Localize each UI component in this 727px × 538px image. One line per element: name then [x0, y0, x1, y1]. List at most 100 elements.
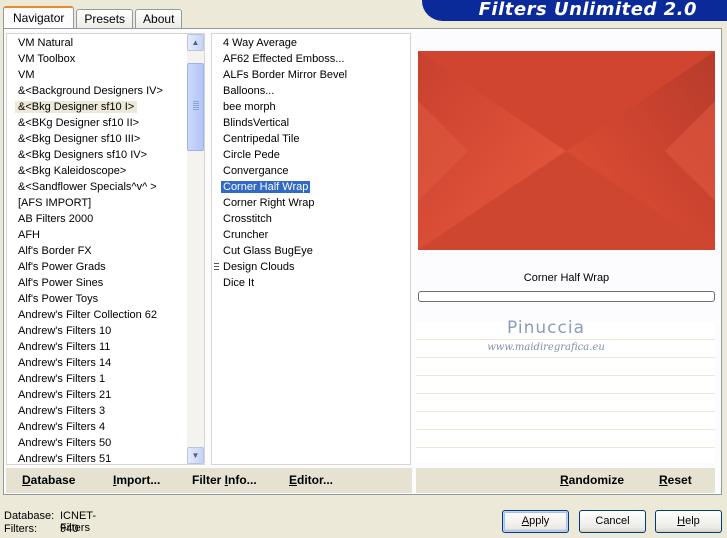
preview-filter-name: Corner Half Wrap: [523, 272, 610, 284]
filter-item[interactable]: AF62 Effected Emboss...: [212, 51, 402, 67]
filter-item[interactable]: 4 Way Average: [212, 35, 402, 51]
category-label: Andrew's Filters 11: [18, 341, 111, 353]
category-item[interactable]: Andrew's Filters 10: [7, 323, 187, 339]
filter-label: Circle Pede: [223, 149, 280, 161]
category-item[interactable]: &<Sandflower Specials^v^ >: [7, 179, 187, 195]
apply-button[interactable]: Apply: [502, 510, 569, 533]
category-item[interactable]: Andrew's Filters 3: [7, 403, 187, 419]
filter-item[interactable]: Convergance: [212, 163, 402, 179]
filter-label: 4 Way Average: [223, 37, 297, 49]
filter-item[interactable]: Balloons...: [212, 83, 402, 99]
category-label: Andrew's Filters 1: [18, 373, 106, 385]
category-item[interactable]: Andrew's Filters 4: [7, 419, 187, 435]
category-item[interactable]: AFH: [7, 227, 187, 243]
filter-item[interactable]: Corner Right Wrap: [212, 195, 402, 211]
status-filters: Filters: 940: [4, 523, 78, 535]
filter-label: Design Clouds: [223, 261, 295, 273]
category-item[interactable]: &<Background Designers IV>: [7, 83, 187, 99]
category-label: [AFS IMPORT]: [18, 197, 92, 209]
category-item[interactable]: &<Bkg Designer sf10 I>: [7, 99, 187, 115]
category-item[interactable]: VM Natural: [7, 35, 187, 51]
tab-about[interactable]: About: [135, 9, 183, 28]
category-label: Andrew's Filters 14: [18, 357, 112, 369]
filter-item[interactable]: Design Clouds: [212, 259, 402, 275]
scroll-down-button[interactable]: ▼: [187, 447, 204, 464]
category-item[interactable]: Andrew's Filters 11: [7, 339, 187, 355]
filter-label: AF62 Effected Emboss...: [223, 53, 345, 65]
filter-item[interactable]: ALFs Border Mirror Bevel: [212, 67, 402, 83]
category-item[interactable]: Alf's Power Sines: [7, 275, 187, 291]
tab-strip: Navigator Presets About: [3, 6, 184, 28]
watermark-name: Pinuccia: [507, 318, 585, 338]
tab-navigator[interactable]: Navigator: [3, 6, 75, 28]
filter-item[interactable]: Cut Glass BugEye: [212, 243, 402, 259]
reset-link[interactable]: Reset: [659, 468, 692, 493]
category-item[interactable]: Andrew's Filters 1: [7, 371, 187, 387]
import-link[interactable]: Import...: [113, 468, 160, 493]
category-item[interactable]: Andrew's Filters 51: [7, 451, 187, 464]
category-item[interactable]: VM: [7, 67, 187, 83]
filter-list[interactable]: 4 Way Average AF62 Effected Emboss... ALFs…: [211, 33, 411, 465]
category-item[interactable]: Andrew's Filter Collection 62: [7, 307, 187, 323]
preview-image: [418, 51, 715, 250]
cancel-button[interactable]: Cancel: [579, 510, 646, 533]
filter-item[interactable]: Cruncher: [212, 227, 402, 243]
filter-item[interactable]: Circle Pede: [212, 147, 402, 163]
drag-grip-icon[interactable]: [214, 263, 219, 272]
editor-link[interactable]: Editor...: [289, 468, 333, 493]
filter-item[interactable]: Dice It: [212, 275, 402, 291]
category-item[interactable]: &<Bkg Designers sf10 IV>: [7, 147, 187, 163]
scroll-thumb[interactable]: [187, 63, 204, 151]
category-item[interactable]: Alf's Power Toys: [7, 291, 187, 307]
category-item[interactable]: Alf's Power Grads: [7, 259, 187, 275]
category-item[interactable]: &<Bkg Designer sf10 III>: [7, 131, 187, 147]
filter-item[interactable]: Crosstitch: [212, 211, 402, 227]
progress-bar: [418, 291, 715, 302]
help-button[interactable]: Help: [655, 510, 722, 533]
filter-label: Corner Right Wrap: [223, 197, 315, 209]
filter-item[interactable]: bee morph: [212, 99, 402, 115]
filter-label: Cut Glass BugEye: [223, 245, 313, 257]
randomize-link[interactable]: Randomize: [560, 468, 624, 493]
category-scrollbar[interactable]: ▲ ▼: [187, 34, 204, 464]
filter-info-link[interactable]: Filter Info...: [192, 468, 257, 493]
category-item[interactable]: &<BKg Designer sf10 II>: [7, 115, 187, 131]
filter-label: Balloons...: [223, 85, 275, 97]
category-item[interactable]: Andrew's Filters 14: [7, 355, 187, 371]
category-item[interactable]: [AFS IMPORT]: [7, 195, 187, 211]
category-label: Alf's Power Sines: [18, 277, 104, 289]
watermark-site: www.maidiregrafica.eu: [487, 342, 605, 353]
category-label: AFH: [18, 229, 40, 241]
filter-item[interactable]: Centripedal Tile: [212, 131, 402, 147]
preview-pattern: [418, 51, 715, 250]
command-bar-right: Randomize Reset: [416, 468, 715, 493]
filter-label: Convergance: [223, 165, 289, 177]
scroll-grip-icon: [193, 101, 199, 110]
filter-item[interactable]: BlindsVertical: [212, 115, 402, 131]
filter-label: Corner Half Wrap: [221, 181, 311, 193]
category-label: &<Bkg Designer sf10 I>: [15, 101, 138, 113]
category-label: Alf's Power Toys: [18, 293, 99, 305]
status-database-label: Database:: [4, 510, 55, 522]
filter-label: ALFs Border Mirror Bevel: [223, 69, 348, 81]
database-link[interactable]: Database: [22, 468, 75, 493]
category-label: &<BKg Designer sf10 II>: [18, 117, 140, 129]
category-item[interactable]: Andrew's Filters 50: [7, 435, 187, 451]
category-label: &<Bkg Designers sf10 IV>: [18, 149, 148, 161]
status-filters-value: 940: [60, 523, 79, 535]
category-item[interactable]: AB Filters 2000: [7, 211, 187, 227]
category-item[interactable]: Andrew's Filters 21: [7, 387, 187, 403]
category-label: Alf's Border FX: [18, 245, 92, 257]
category-label: &<Bkg Kaleidoscope>: [18, 165, 127, 177]
category-item[interactable]: &<Bkg Kaleidoscope>: [7, 163, 187, 179]
filter-label: BlindsVertical: [223, 117, 290, 129]
category-label: Andrew's Filters 4: [18, 421, 106, 433]
tab-presets[interactable]: Presets: [76, 9, 134, 28]
scroll-up-button[interactable]: ▲: [187, 34, 204, 51]
category-label: &<Background Designers IV>: [18, 85, 163, 97]
category-list[interactable]: VM Natural VM Toolbox VM &<Background Desig…: [6, 33, 205, 465]
category-item[interactable]: VM Toolbox: [7, 51, 187, 67]
category-label: Andrew's Filters 21: [18, 389, 112, 401]
filter-item[interactable]: Corner Half Wrap: [212, 179, 402, 195]
category-item[interactable]: Alf's Border FX: [7, 243, 187, 259]
